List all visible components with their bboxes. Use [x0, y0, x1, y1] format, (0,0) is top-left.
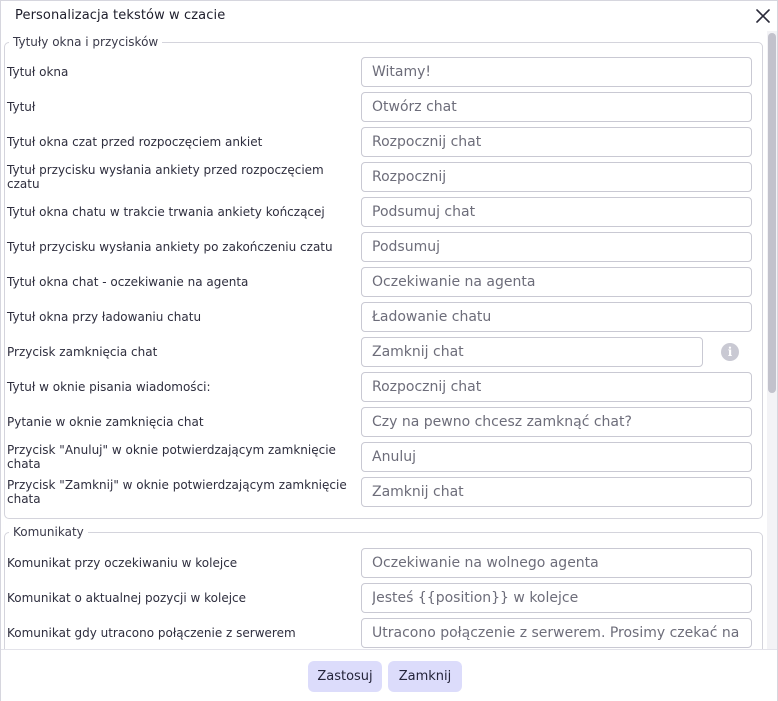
text-field[interactable] — [361, 477, 752, 507]
section-legend: Tytuły okna i przycisków — [13, 35, 159, 49]
text-field[interactable] — [361, 407, 752, 437]
close-icon[interactable] — [754, 7, 772, 25]
field-label: Tytuł okna chat - oczekiwanie na agenta — [7, 275, 249, 289]
text-field[interactable] — [361, 232, 752, 262]
field-label: Tytuł okna chatu w trakcie trwania ankie… — [7, 205, 325, 219]
form-row: Tytuł okna chat - oczekiwanie na agenta — [7, 267, 759, 297]
text-field[interactable] — [361, 618, 752, 648]
field-label: Przycisk zamknięcia chat — [7, 345, 158, 359]
form-row: Tytuł okna — [7, 57, 759, 87]
close-button[interactable]: Zamknij — [388, 661, 462, 692]
apply-button[interactable]: Zastosuj — [308, 661, 382, 692]
dialog-title: Personalizacja tekstów w czacie — [15, 8, 226, 23]
field-label: Pytanie w oknie zamknięcia chat — [7, 415, 204, 429]
field-label: Tytuł w oknie pisania wiadomości: — [7, 380, 211, 394]
field-label: Komunikat gdy utracono połączenie z serw… — [7, 626, 296, 640]
form-row: Tytuł okna chatu w trakcie trwania ankie… — [7, 197, 759, 227]
field-label: Tytuł okna przy ładowaniu chatu — [7, 310, 202, 324]
vertical-scrollbar[interactable] — [767, 31, 777, 649]
text-field[interactable] — [361, 267, 752, 297]
text-field[interactable] — [361, 548, 752, 578]
info-icon[interactable]: i — [721, 343, 739, 361]
text-field[interactable] — [361, 127, 752, 157]
form-row: Tytuł przycisku wysłania ankiety przed r… — [7, 162, 759, 192]
form-row: Komunikat gdy utracono połączenie z serw… — [7, 618, 759, 648]
text-field[interactable] — [361, 197, 752, 227]
form-row: Komunikat o aktualnej pozycji w kolejce — [7, 583, 759, 613]
text-field[interactable] — [361, 337, 703, 367]
form-row: Tytuł okna przy ładowaniu chatu — [7, 302, 759, 332]
field-label: Przycisk "Anuluj" w oknie potwierdzający… — [7, 443, 336, 471]
dialog-titlebar: Personalizacja tekstów w czacie — [1, 1, 777, 31]
text-field[interactable] — [361, 162, 752, 192]
dialog-content: Tytuły okna i przycisków Tytuł okna Tytu… — [1, 31, 778, 649]
form-row: Tytuł okna czat przed rozpoczęciem ankie… — [7, 127, 759, 157]
dialog: Personalizacja tekstów w czacie Tytuły o… — [0, 0, 778, 701]
dialog-footer: Zastosuj Zamknij — [1, 649, 777, 701]
field-label: Tytuł przycisku wysłania ankiety po zako… — [7, 240, 333, 254]
text-field[interactable] — [361, 442, 752, 472]
field-label: Tytuł przycisku wysłania ankiety przed r… — [7, 163, 324, 191]
form-row: Przycisk "Anuluj" w oknie potwierdzający… — [7, 442, 759, 472]
form-row: Tytuł — [7, 92, 759, 122]
text-field[interactable] — [361, 57, 752, 87]
section-legend: Komunikaty — [13, 525, 84, 539]
form-row: Pytanie w oknie zamknięcia chat — [7, 407, 759, 437]
field-label: Komunikat przy oczekiwaniu w kolejce — [7, 556, 238, 570]
field-label: Komunikat o aktualnej pozycji w kolejce — [7, 591, 247, 605]
form-row: Tytuł przycisku wysłania ankiety po zako… — [7, 232, 759, 262]
form-row: Przycisk zamknięcia chat i — [7, 337, 759, 367]
text-field[interactable] — [361, 92, 752, 122]
field-label: Tytuł — [7, 100, 36, 114]
text-field[interactable] — [361, 302, 752, 332]
form-row: Komunikat przy oczekiwaniu w kolejce — [7, 548, 759, 578]
scrollbar-thumb[interactable] — [768, 33, 776, 393]
form-row: Przycisk "Zamknij" w oknie potwierdzając… — [7, 477, 759, 507]
text-field[interactable] — [361, 372, 752, 402]
field-label: Tytuł okna — [7, 65, 69, 79]
text-field[interactable] — [361, 583, 752, 613]
form-row: Tytuł w oknie pisania wiadomości: — [7, 372, 759, 402]
field-label: Tytuł okna czat przed rozpoczęciem ankie… — [7, 135, 263, 149]
field-label: Przycisk "Zamknij" w oknie potwierdzając… — [7, 478, 347, 506]
